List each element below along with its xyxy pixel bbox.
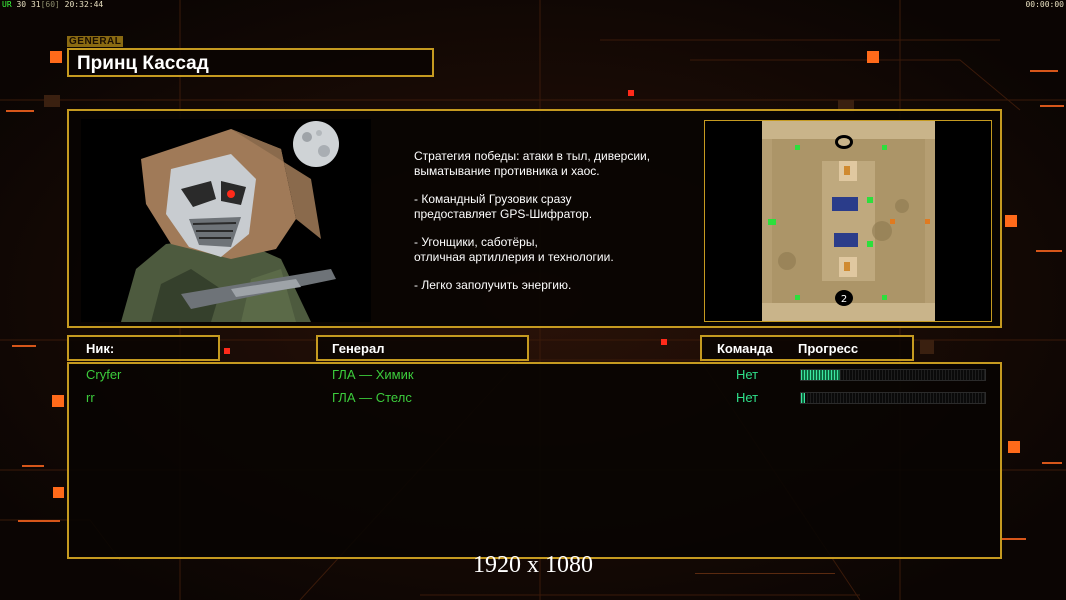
game-timer: 00:00:00 [1025, 0, 1064, 9]
player-general: ГЛА — Стелс [332, 390, 412, 405]
player-team: Нет [736, 390, 759, 405]
column-header-general: Генерал [316, 335, 529, 361]
player-list: Cryfer ГЛА — Химик Нет rr ГЛА — Стелс Не… [67, 362, 1002, 559]
fps-prefix: UR [2, 0, 12, 9]
clock: 20:32:44 [64, 0, 104, 9]
player-nick: rr [86, 390, 95, 405]
general-portrait [81, 119, 371, 322]
player-nick: Cryfer [86, 367, 122, 382]
resolution-overlay: 1920 x 1080 [473, 552, 593, 578]
fps-a: 30 [16, 0, 27, 9]
column-general-label: Генерал [332, 341, 385, 356]
general-section-label: GENERAL [67, 36, 124, 47]
column-progress-label: Прогресс [798, 341, 859, 356]
player-general: ГЛА — Химик [332, 367, 414, 382]
player-progress-fill [801, 393, 805, 403]
map-preview[interactable]: 2 [704, 120, 992, 322]
fps-c: [60] [40, 0, 60, 9]
player-progress-bar [800, 392, 986, 404]
fps-counter: UR 30 31[60] 20:32:44 [2, 0, 103, 9]
description-energy: - Легко заполучить энергию. [414, 278, 572, 292]
fps-b: 31 [30, 0, 41, 9]
general-info-panel: Стратегия победы: атаки в тыл, диверсии,… [67, 109, 1002, 328]
player-progress-fill [801, 370, 840, 380]
player-progress-bar [800, 369, 986, 381]
player-team: Нет [736, 367, 759, 382]
description-units: - Угонщики, саботёры, отличная артиллери… [414, 235, 614, 264]
column-header-team-progress: Команда Прогресс [700, 335, 914, 361]
description-strategy: Стратегия победы: атаки в тыл, диверсии,… [414, 149, 651, 178]
player-row[interactable]: rr ГЛА — Стелс Нет [69, 388, 1000, 408]
general-name: Принц Кассад [77, 53, 209, 74]
description-truck: - Командный Грузовик сразу предоставляет… [414, 192, 593, 221]
column-header-nick: Ник: [67, 335, 220, 361]
general-title-box: Принц Кассад [67, 48, 434, 77]
column-nick-label: Ник: [86, 341, 115, 356]
general-description: Стратегия победы: атаки в тыл, диверсии,… [414, 149, 704, 293]
player-row[interactable]: Cryfer ГЛА — Химик Нет [69, 365, 1000, 385]
column-team-label: Команда [717, 341, 773, 356]
minimap: 2 [762, 121, 935, 321]
minimap-start-label: 2 [841, 294, 847, 305]
